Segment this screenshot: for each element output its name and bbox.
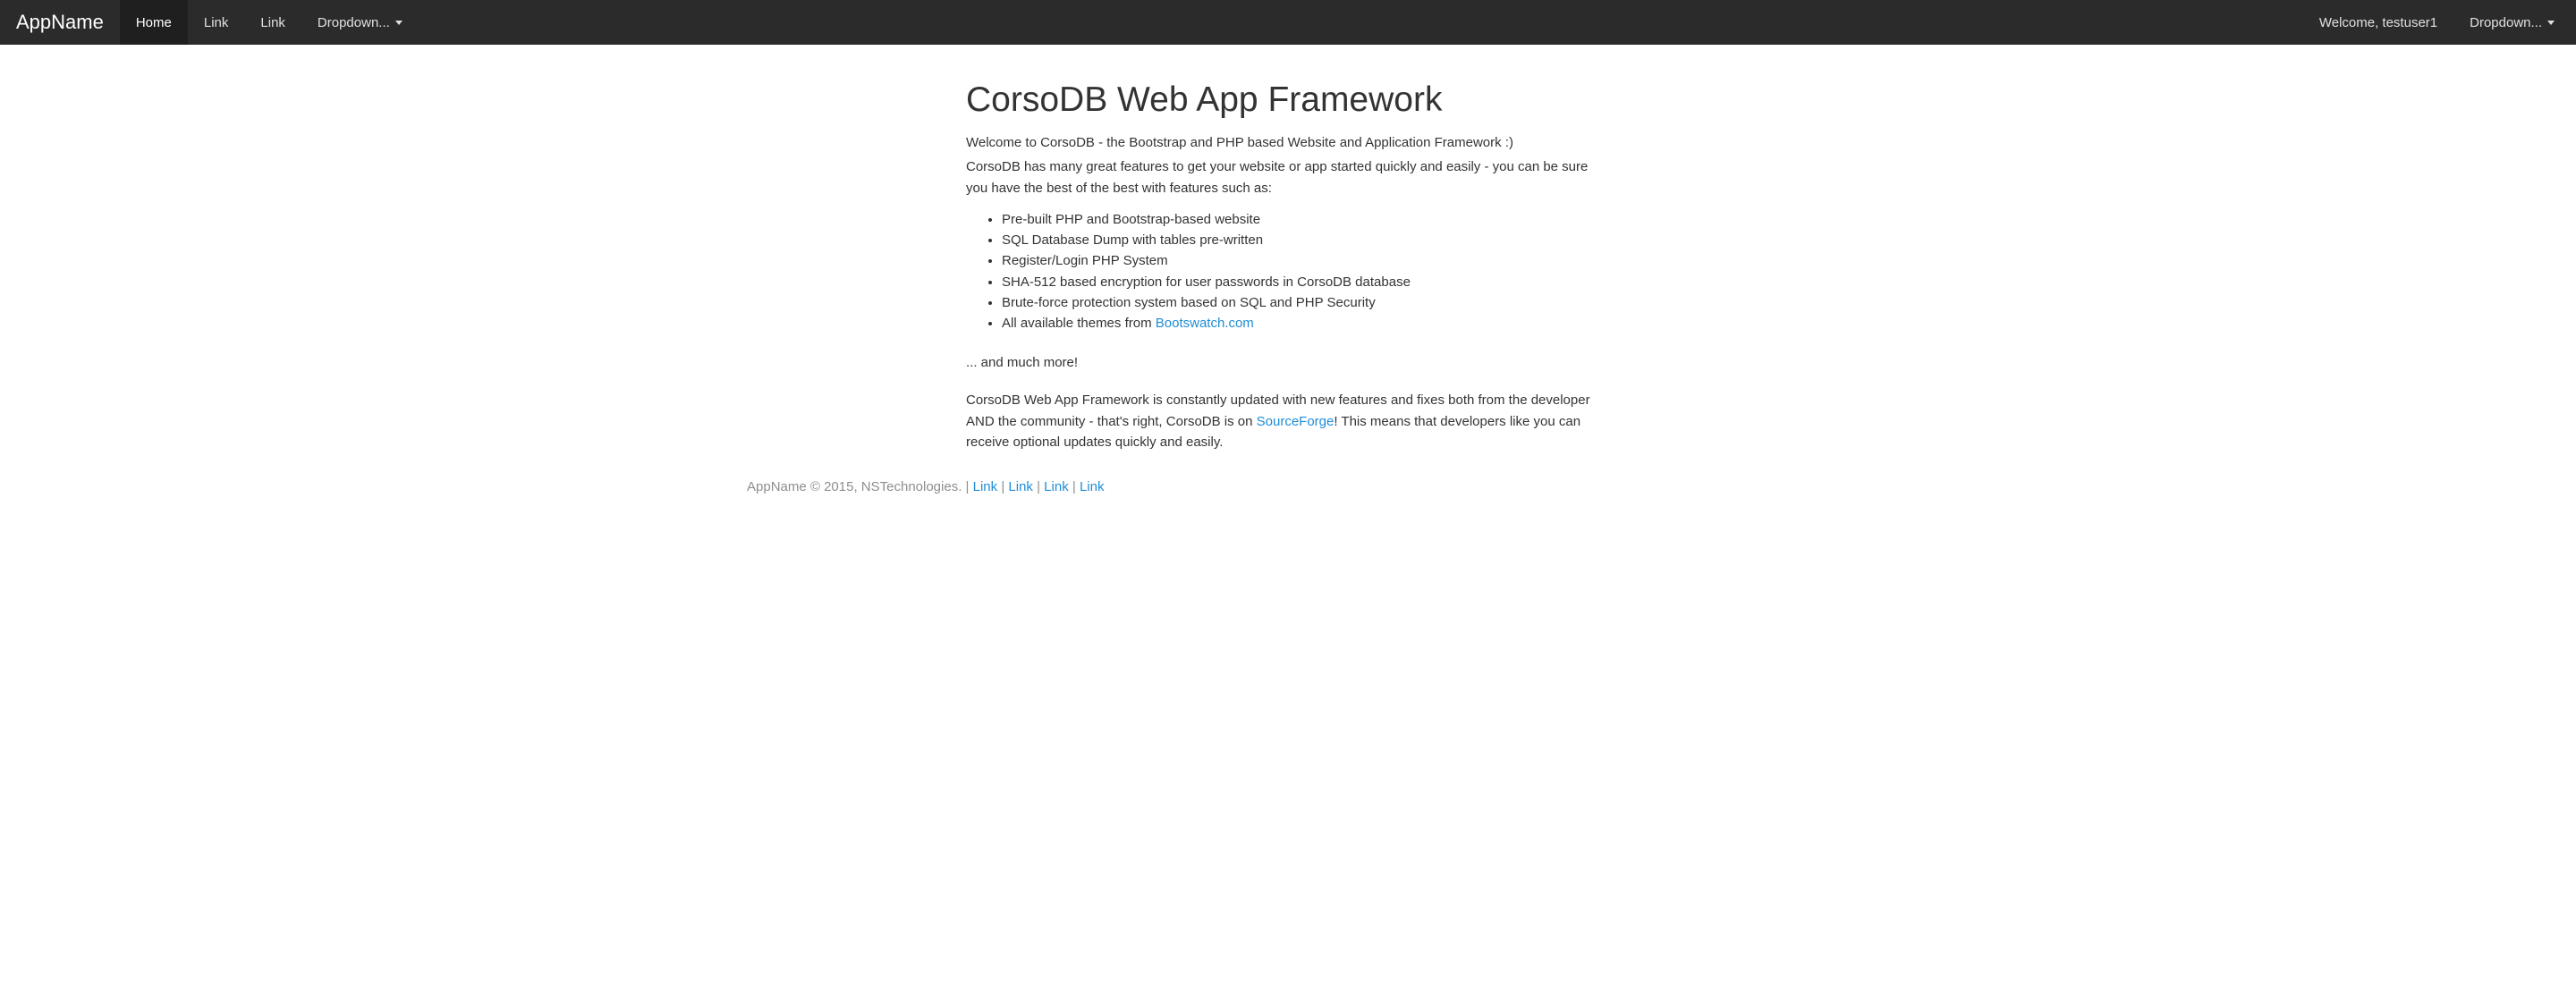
- list-item: SHA-512 based encryption for user passwo…: [1002, 272, 1610, 292]
- list-item: Pre-built PHP and Bootstrap-based websit…: [1002, 209, 1610, 230]
- footer-separator: |: [966, 479, 973, 494]
- footer-separator: |: [1072, 479, 1080, 494]
- nav-item-link-2[interactable]: Link: [244, 0, 301, 45]
- nav-item-label: Link: [260, 15, 285, 30]
- footer-separator: |: [1037, 479, 1044, 494]
- update-paragraph: CorsoDB Web App Framework is constantly …: [966, 390, 1610, 452]
- welcome-paragraph: Welcome to CorsoDB - the Bootstrap and P…: [966, 132, 1610, 153]
- caret-down-icon: [2547, 21, 2555, 25]
- footer-link-4[interactable]: Link: [1080, 479, 1105, 494]
- list-item: Register/Login PHP System: [1002, 250, 1610, 271]
- nav-item-home[interactable]: Home: [120, 0, 188, 45]
- themes-prefix: All available themes from: [1002, 316, 1156, 331]
- list-item-themes: All available themes from Bootswatch.com: [1002, 313, 1610, 333]
- nav-welcome-text: Welcome, testuser1: [2303, 0, 2453, 45]
- bootswatch-link[interactable]: Bootswatch.com: [1156, 316, 1254, 331]
- sourceforge-link[interactable]: SourceForge: [1257, 414, 1335, 429]
- navbar: AppName Home Link Link Dropdown... Welco…: [0, 0, 2576, 45]
- feature-list: Pre-built PHP and Bootstrap-based websit…: [966, 209, 1610, 334]
- footer-link-1[interactable]: Link: [973, 479, 998, 494]
- nav-item-label: Dropdown...: [318, 15, 390, 30]
- main-container: CorsoDB Web App Framework Welcome to Cor…: [953, 80, 1623, 452]
- nav-user-dropdown[interactable]: Dropdown...: [2453, 0, 2571, 45]
- list-item: SQL Database Dump with tables pre-writte…: [1002, 230, 1610, 250]
- footer-copyright: AppName © 2015, NSTechnologies.: [747, 479, 962, 494]
- nav-left: Home Link Link Dropdown...: [120, 0, 419, 45]
- list-item: Brute-force protection system based on S…: [1002, 292, 1610, 313]
- page-title: CorsoDB Web App Framework: [966, 80, 1610, 120]
- nav-item-dropdown[interactable]: Dropdown...: [301, 0, 419, 45]
- brand[interactable]: AppName: [0, 0, 120, 45]
- nav-item-label: Link: [204, 15, 229, 30]
- footer: AppName © 2015, NSTechnologies. | Link |…: [733, 479, 1843, 512]
- welcome-label: Welcome, testuser1: [2319, 15, 2437, 30]
- intro-paragraph: CorsoDB has many great features to get y…: [966, 156, 1610, 198]
- more-paragraph: ... and much more!: [966, 355, 1610, 370]
- caret-down-icon: [395, 21, 402, 25]
- footer-link-2[interactable]: Link: [1008, 479, 1033, 494]
- nav-item-label: Home: [136, 15, 172, 30]
- nav-item-link-1[interactable]: Link: [188, 0, 245, 45]
- footer-link-3[interactable]: Link: [1044, 479, 1069, 494]
- nav-right: Welcome, testuser1 Dropdown...: [2303, 0, 2576, 45]
- nav-item-label: Dropdown...: [2470, 15, 2542, 30]
